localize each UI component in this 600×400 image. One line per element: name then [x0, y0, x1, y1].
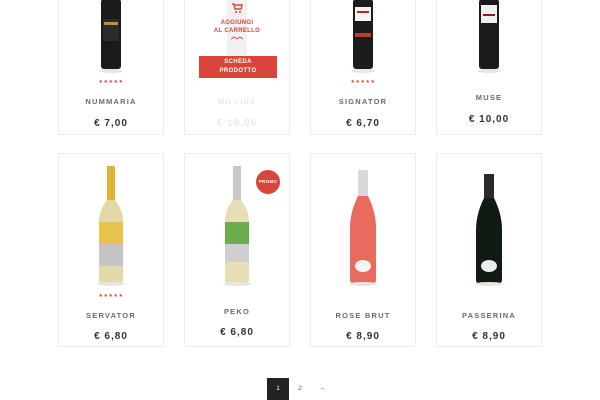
product-price: € 8,90	[346, 331, 380, 342]
product-name[interactable]: NUMMARIA	[59, 97, 163, 106]
product-sheet-button[interactable]: SCHEDA PRODOTTO	[199, 56, 277, 78]
product-price: € 7,00	[94, 118, 128, 129]
page-2-button[interactable]: 2	[289, 378, 311, 400]
cart-icon	[232, 3, 243, 13]
product-name[interactable]: MILLIUS	[185, 97, 289, 106]
rating-stars: ★★★★★	[98, 79, 124, 85]
product-card-signator[interactable]: ★★★★★ SIGNATOR € 6,70	[310, 0, 416, 135]
product-name[interactable]: SERVATOR	[59, 311, 163, 320]
bottle-image	[223, 166, 251, 286]
rating-stars: ★★★★★	[98, 293, 124, 299]
bottle-image	[351, 0, 375, 73]
product-card-hovered[interactable]: AGGIUNGI AL CARRELLO SCHEDA PRODOTTO MIL…	[184, 0, 290, 135]
page-1-button[interactable]: 1	[267, 378, 289, 400]
add-to-cart-label-2: AL CARRELLO	[213, 28, 261, 34]
bottle-image	[475, 174, 503, 286]
product-sheet-label-2: PRODOTTO	[219, 68, 257, 74]
product-name[interactable]: ROSE BRUT	[311, 311, 415, 320]
product-price: € 6,80	[94, 331, 128, 342]
product-price: € 10,00	[216, 118, 258, 129]
next-page-arrow-icon[interactable]: →	[311, 378, 333, 400]
bottle-image	[99, 0, 123, 73]
add-to-cart-label: AGGIUNGI	[220, 20, 254, 26]
bottle-image	[349, 170, 377, 286]
pagination: 1 2 →	[267, 378, 333, 400]
product-sheet-label: SCHEDA	[224, 59, 252, 65]
product-card-peko[interactable]: PROMO PEKO € 6,80	[184, 153, 290, 347]
bottle-image	[477, 0, 501, 73]
product-price: € 6,80	[220, 327, 254, 338]
product-price: € 6,70	[346, 118, 380, 129]
product-card-passerina[interactable]: PASSERINA € 8,90	[436, 153, 542, 347]
product-name[interactable]: PASSERINA	[437, 311, 541, 320]
product-price: € 8,90	[472, 331, 506, 342]
product-name[interactable]: PEKO	[185, 307, 289, 316]
product-card-rose-brut[interactable]: ROSE BRUT € 8,90	[310, 153, 416, 347]
add-to-cart[interactable]: AGGIUNGI AL CARRELLO	[185, 1, 289, 35]
product-card-nummaria[interactable]: ★★★★★ NUMMARIA € 7,00	[58, 0, 164, 135]
product-price: € 10,00	[468, 114, 510, 125]
product-card-muse[interactable]: MUSE € 10,00	[436, 0, 542, 135]
product-name[interactable]: MUSE	[437, 93, 541, 102]
product-card-servator[interactable]: ★★★★★ SERVATOR € 6,80	[58, 153, 164, 347]
bottle-image	[97, 166, 125, 286]
product-name[interactable]: SIGNATOR	[311, 97, 415, 106]
rating-stars: ★★★★★	[350, 79, 376, 85]
promo-badge: PROMO	[256, 170, 280, 194]
